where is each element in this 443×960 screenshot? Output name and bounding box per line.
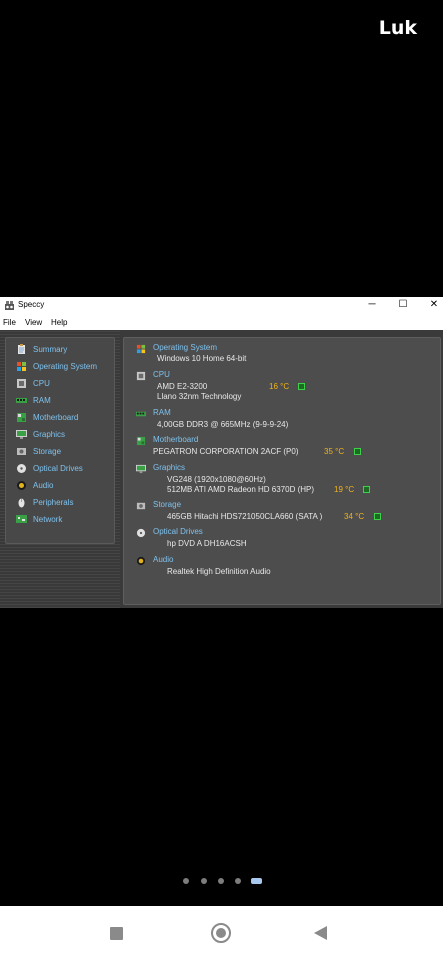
cpu-model: AMD E2-3200 [157, 382, 208, 391]
sidebar-item-label: Network [33, 515, 63, 524]
menu-help[interactable]: Help [51, 318, 67, 327]
cpu-temperature: 16 °C [269, 382, 290, 391]
title-bar: Speccy ─ ☐ ✕ [0, 297, 443, 314]
cpu-chip-icon [136, 371, 146, 381]
speccy-app-icon [5, 301, 14, 310]
monitor-icon [16, 430, 27, 439]
audio-value: Realtek High Definition Audio [167, 567, 271, 576]
motherboard-icon [17, 413, 26, 422]
temp-indicator-icon [363, 486, 370, 493]
ram-value: 4,00GB DDR3 @ 665MHz (9-9-9-24) [157, 420, 289, 429]
disc-icon [17, 464, 26, 473]
speccy-window: Speccy ─ ☐ ✕ File View Help Summary Oper… [0, 297, 443, 608]
page-dot[interactable] [218, 878, 224, 884]
sidebar-item-operating-system[interactable]: Operating System [11, 359, 115, 375]
section-heading: Audio [153, 555, 174, 564]
maximize-button[interactable]: ☐ [395, 298, 411, 312]
section-heading: Operating System [153, 343, 218, 352]
os-value: Windows 10 Home 64-bit [157, 354, 247, 363]
phone-screen: Luk Speccy ─ ☐ ✕ File View Help Summary … [0, 0, 443, 960]
section-heading: Optical Drives [153, 527, 203, 536]
page-dot[interactable] [201, 878, 207, 884]
hard-drive-icon [17, 448, 26, 455]
minimize-button[interactable]: ─ [364, 298, 380, 312]
hard-drive-icon [136, 502, 146, 510]
sidebar-item-graphics[interactable]: Graphics [11, 427, 115, 443]
page-dot-active[interactable] [251, 878, 262, 884]
temp-indicator-icon [354, 448, 361, 455]
sidebar-item-ram[interactable]: RAM [11, 393, 115, 409]
corner-label: Luk [378, 17, 417, 39]
system-navigation-bar [0, 906, 443, 960]
optical-value: hp DVD A DH16ACSH [167, 539, 247, 548]
menu-view[interactable]: View [25, 318, 42, 327]
menu-bar: File View Help [0, 316, 443, 330]
page-indicator [183, 876, 263, 886]
temp-indicator-icon [374, 513, 381, 520]
graphics-temperature: 19 °C [334, 485, 355, 494]
sidebar-item-label: Operating System [33, 362, 98, 371]
motherboard-value: PEGATRON CORPORATION 2ACF (P0) [153, 447, 299, 456]
section-heading: CPU [153, 370, 170, 379]
page-dot[interactable] [235, 878, 241, 884]
windows-logo-icon [136, 344, 146, 354]
sidebar-item-label: Motherboard [33, 413, 79, 422]
disc-icon [136, 528, 146, 538]
graphics-monitor: VG248 (1920x1080@60Hz) [167, 475, 266, 484]
speaker-icon [136, 556, 146, 566]
close-button[interactable]: ✕ [426, 298, 442, 312]
temp-indicator-icon [298, 383, 305, 390]
sidebar-item-storage[interactable]: Storage [11, 444, 115, 460]
monitor-icon [136, 464, 146, 474]
graphics-adapter: 512MB ATI AMD Radeon HD 6370D (HP) [167, 485, 315, 494]
section-heading: Graphics [153, 463, 186, 472]
motherboard-temperature: 35 °C [324, 447, 345, 456]
storage-temperature: 34 °C [344, 512, 365, 521]
sidebar-item-summary[interactable]: Summary [11, 342, 115, 358]
back-button-icon[interactable] [314, 926, 327, 940]
motherboard-icon [136, 436, 146, 446]
sidebar-item-peripherals[interactable]: Peripherals [11, 495, 115, 511]
sidebar-item-label: RAM [33, 396, 51, 405]
sidebar-item-label: Summary [33, 345, 68, 354]
recents-button-icon[interactable] [110, 927, 123, 940]
clipboard-icon [18, 344, 25, 354]
sidebar-item-audio[interactable]: Audio [11, 478, 115, 494]
sidebar-item-label: CPU [33, 379, 50, 388]
section-heading: RAM [153, 408, 171, 417]
summary-panel: Operating System Windows 10 Home 64-bit … [123, 337, 441, 605]
sidebar: Summary Operating System CPU RAM Motherb… [5, 337, 115, 544]
sidebar-item-cpu[interactable]: CPU [11, 376, 115, 392]
sidebar-item-optical-drives[interactable]: Optical Drives [11, 461, 115, 477]
sidebar-item-motherboard[interactable]: Motherboard [11, 410, 115, 426]
ram-module-icon [136, 411, 146, 417]
window-title: Speccy [18, 300, 45, 309]
sidebar-item-label: Optical Drives [33, 464, 83, 473]
sidebar-item-label: Audio [33, 481, 54, 490]
speaker-icon [17, 481, 26, 490]
ram-module-icon [16, 398, 27, 403]
storage-value: 465GB Hitachi HDS721050CLA660 (SATA ) [167, 512, 323, 521]
sidebar-item-label: Graphics [33, 430, 66, 439]
cpu-chip-icon [17, 379, 26, 388]
sidebar-item-label: Peripherals [33, 498, 74, 507]
menu-file[interactable]: File [3, 318, 16, 327]
page-dot[interactable] [183, 878, 189, 884]
windows-logo-icon [17, 362, 26, 371]
section-heading: Motherboard [153, 435, 199, 444]
sidebar-item-network[interactable]: Network [11, 512, 115, 528]
sidebar-item-label: Storage [33, 447, 62, 456]
home-button-icon[interactable] [211, 923, 231, 943]
section-heading: Storage [153, 500, 182, 509]
mouse-icon [18, 498, 25, 508]
network-icon [16, 515, 27, 523]
app-client-area: Summary Operating System CPU RAM Motherb… [0, 330, 443, 608]
cpu-technology: Llano 32nm Technology [157, 392, 242, 401]
